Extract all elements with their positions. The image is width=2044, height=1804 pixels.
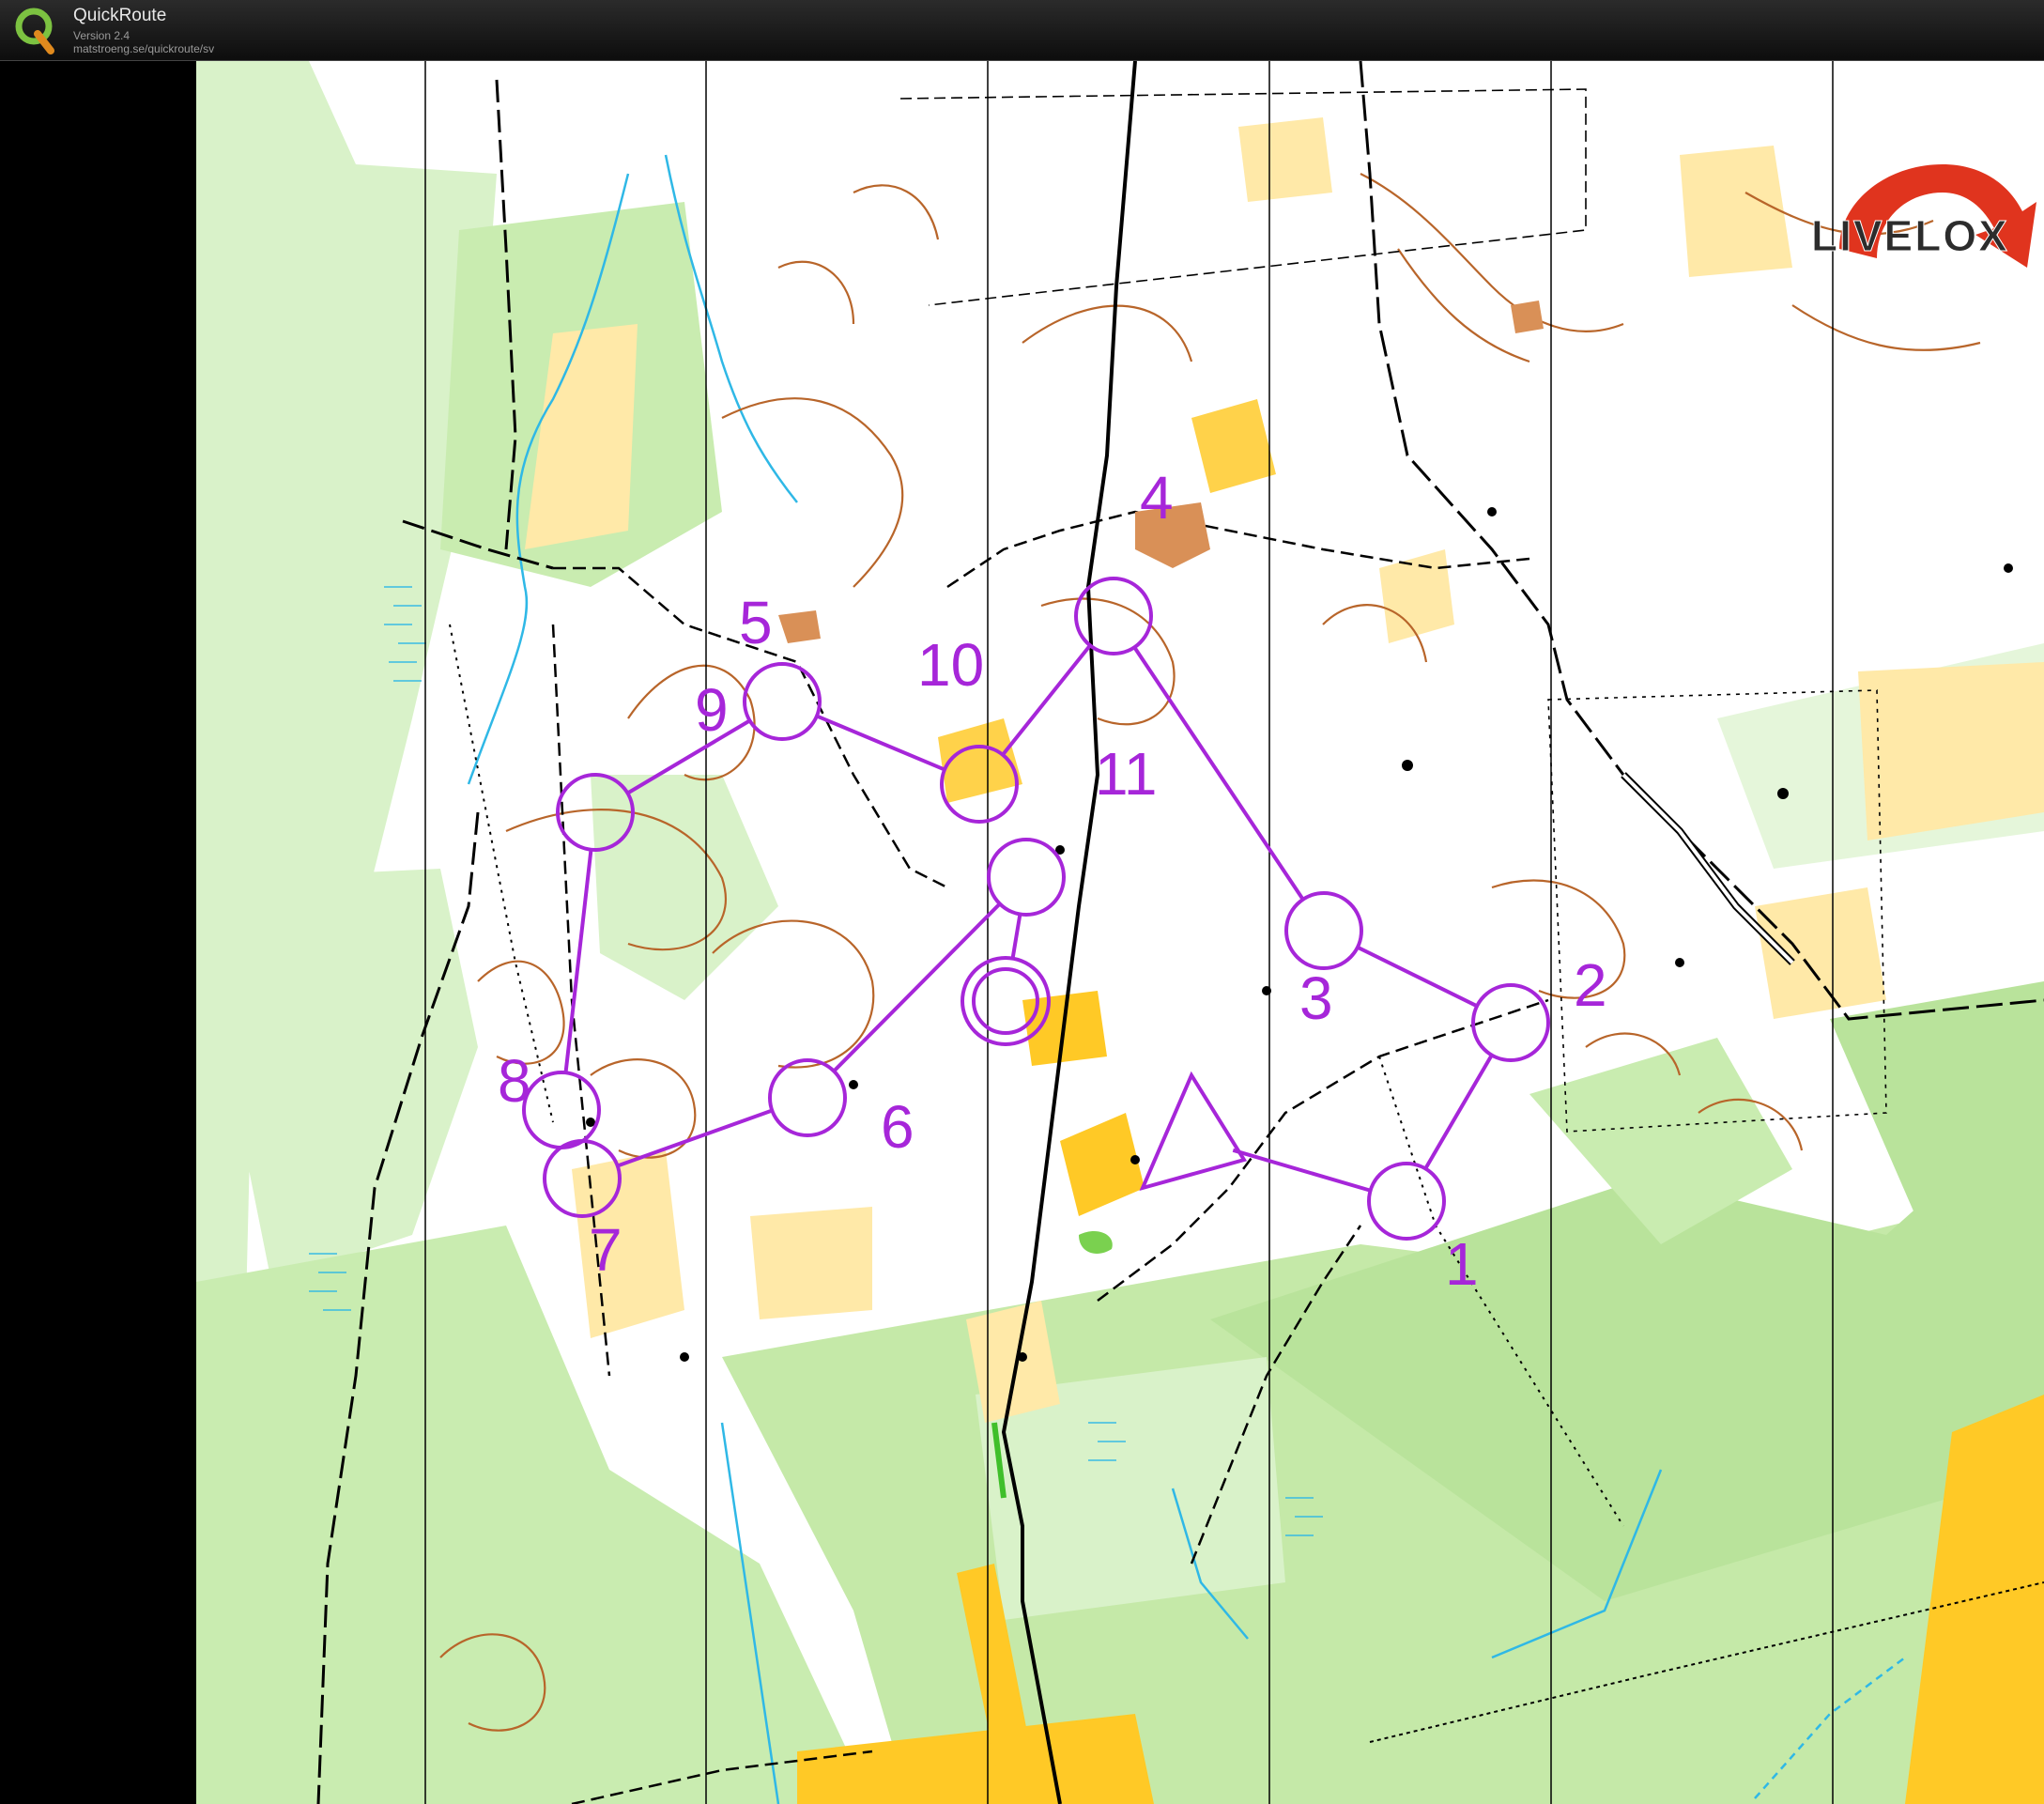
livelox-watermark: LIVELOX xyxy=(1811,164,2036,268)
building-ne xyxy=(1511,301,1544,333)
livelox-brand-text: LIVELOX xyxy=(1811,211,2009,260)
map-viewport[interactable]: 1 2 3 4 5 6 7 8 9 10 11 LIVELOX xyxy=(196,61,2044,1804)
course-leg xyxy=(1132,646,1305,901)
control-number-4: 4 xyxy=(1140,464,1174,532)
control-circle-1[interactable] xyxy=(1367,1162,1446,1241)
orienteering-map[interactable]: 1 2 3 4 5 6 7 8 9 10 11 LIVELOX xyxy=(196,61,2044,1804)
rough-open-ne1 xyxy=(1238,117,1332,202)
control-circle-5[interactable] xyxy=(743,662,822,741)
control-number-5: 5 xyxy=(739,589,773,656)
forest-east xyxy=(1830,981,2044,1235)
control-number-3: 3 xyxy=(1299,964,1333,1032)
rough-open-e xyxy=(1858,662,2044,840)
yellow-patch-start xyxy=(1060,1113,1145,1216)
forest-center xyxy=(591,775,778,1000)
green-patch-start xyxy=(1079,1230,1113,1254)
control-circle-6[interactable] xyxy=(768,1058,847,1137)
finish-circle[interactable] xyxy=(961,956,1051,1046)
app-url: matstroeng.se/quickroute/sv xyxy=(73,42,215,55)
rough-open-ne3 xyxy=(1755,887,1886,1019)
rough-open-south2 xyxy=(750,1207,872,1319)
control-circle-3[interactable] xyxy=(1284,891,1363,970)
app-version: Version 2.4 xyxy=(73,29,131,42)
course-leg xyxy=(1423,1054,1494,1170)
rough-open-ne2 xyxy=(1680,146,1792,277)
course-leg xyxy=(1001,644,1092,756)
forest-west-mid xyxy=(234,869,478,1282)
control-circle-2[interactable] xyxy=(1471,983,1550,1062)
course-leg xyxy=(1232,1148,1372,1193)
course-leg xyxy=(1357,945,1478,1009)
control-number-7: 7 xyxy=(589,1216,622,1284)
control-number-1: 1 xyxy=(1445,1230,1479,1298)
control-number-6: 6 xyxy=(881,1093,914,1161)
control-number-11: 11 xyxy=(1095,740,1157,808)
building-5 xyxy=(778,610,821,643)
control-circle-8[interactable] xyxy=(522,1071,601,1149)
control-number-9: 9 xyxy=(695,676,729,744)
control-number-8: 8 xyxy=(498,1047,531,1115)
control-number-10: 10 xyxy=(917,631,984,699)
title-bar: QuickRoute Version 2.4 matstroeng.se/qui… xyxy=(0,0,2044,61)
fence-north xyxy=(899,88,1587,306)
rough-open-mid xyxy=(1379,549,1454,643)
control-circle-11[interactable] xyxy=(987,838,1066,917)
course-leg xyxy=(1010,914,1022,959)
yellow-patch-north xyxy=(1191,399,1276,493)
app-title: QuickRoute xyxy=(73,6,167,25)
control-number-2: 2 xyxy=(1574,951,1607,1019)
quickroute-logo-icon xyxy=(15,8,54,54)
start-triangle[interactable] xyxy=(1139,1071,1248,1192)
course-leg xyxy=(816,714,945,772)
